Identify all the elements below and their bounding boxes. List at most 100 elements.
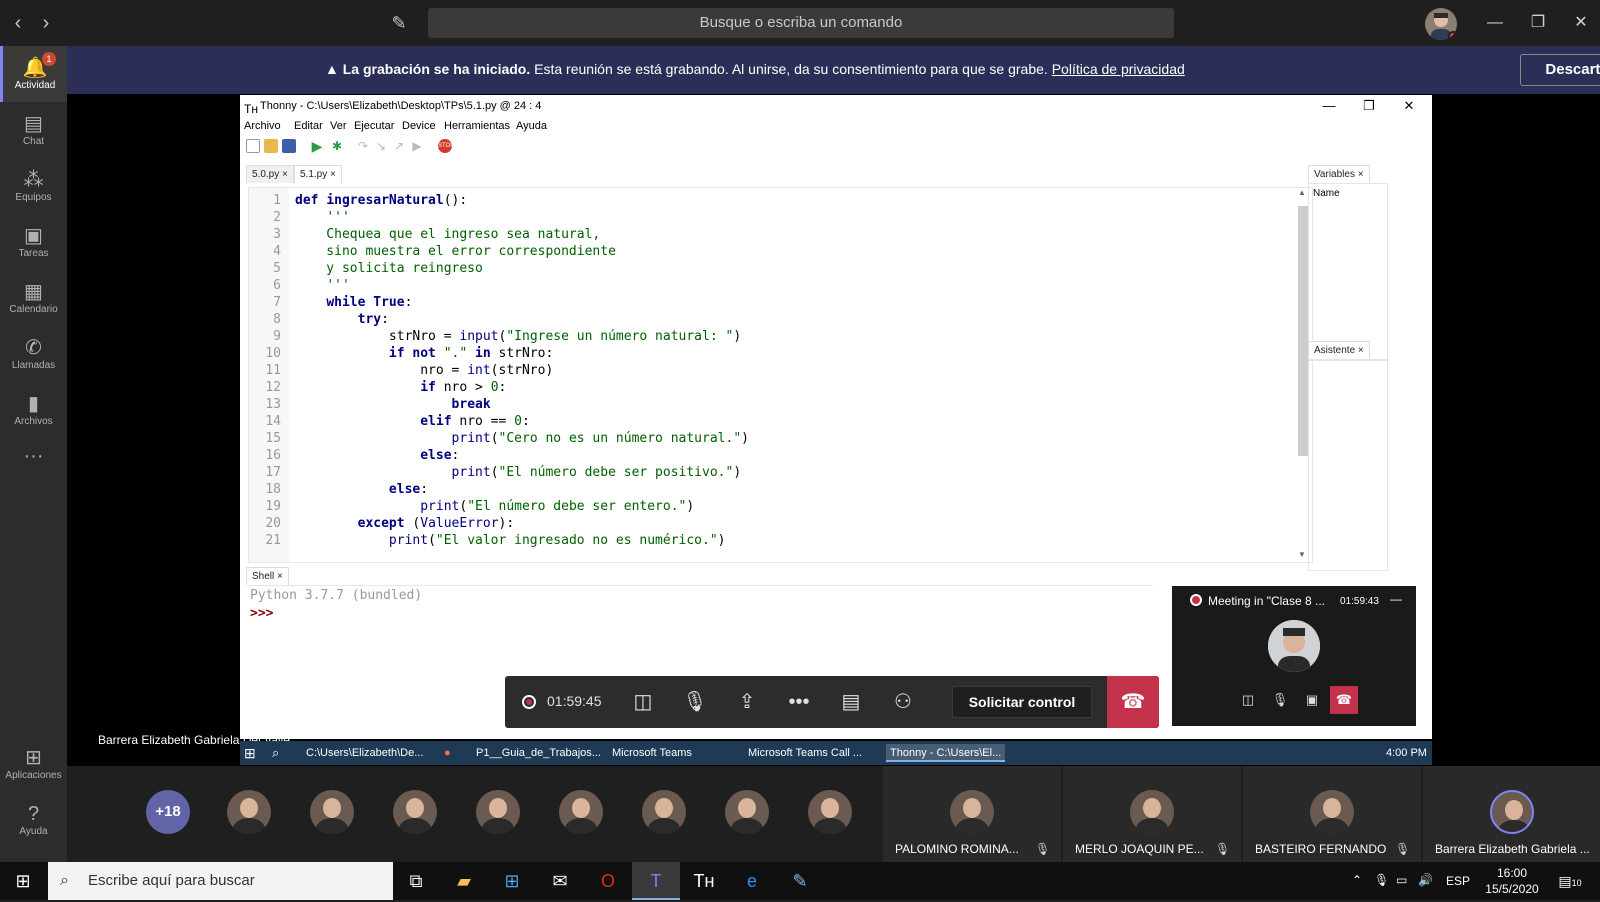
maximize-icon[interactable]: ❐: [1350, 95, 1388, 117]
tab-variables[interactable]: Variables ×: [1308, 165, 1370, 183]
camera-off-icon[interactable]: ◫: [617, 676, 669, 728]
more-apps-button[interactable]: ···: [0, 442, 67, 472]
mini-camera-off-icon[interactable]: ◫: [1234, 686, 1262, 714]
resume-icon[interactable]: ▶: [410, 139, 424, 153]
run-icon[interactable]: ▶: [310, 139, 324, 153]
stop-icon[interactable]: STOP: [438, 139, 454, 153]
more-actions-icon[interactable]: •••: [773, 676, 825, 728]
code-line[interactable]: else:: [295, 481, 428, 498]
participant-avatar[interactable]: [310, 790, 354, 834]
mini-hang-up-icon[interactable]: ☎: [1330, 686, 1358, 714]
store-icon[interactable]: ⊞: [488, 862, 536, 900]
close-icon[interactable]: ✕: [1390, 95, 1428, 117]
restore-icon[interactable]: ❐: [1523, 10, 1553, 36]
participant-avatar[interactable]: [227, 790, 271, 834]
sidebar-item-apps[interactable]: ⊞ Aplicaciones: [0, 736, 67, 792]
step-into-icon[interactable]: ↘: [374, 139, 388, 153]
sidebar-item-activity[interactable]: 🔔 1 Actividad: [0, 46, 67, 102]
scroll-down-icon[interactable]: ▼: [1298, 550, 1306, 559]
more-participants-badge[interactable]: +18: [146, 790, 190, 834]
sidebar-item-calendar[interactable]: ▦ Calendario: [0, 270, 67, 326]
code-line[interactable]: if not "." in strNro:: [295, 345, 553, 362]
new-file-icon[interactable]: [246, 139, 260, 153]
save-icon[interactable]: [282, 139, 296, 153]
participant-card[interactable]: MERLO JOAQUIN PE... 🎙: [1063, 766, 1241, 862]
mic-tray-icon[interactable]: 🎙: [1374, 873, 1389, 887]
paint-icon[interactable]: ✎: [776, 862, 824, 900]
code-line[interactable]: print("El valor ingresado no es numérico…: [295, 532, 726, 549]
show-hidden-icons[interactable]: ⌃: [1352, 873, 1362, 887]
share-screen-icon[interactable]: ⇪: [721, 676, 773, 728]
menu-device[interactable]: Device: [402, 120, 436, 132]
code-line[interactable]: def ingresarNatural():: [295, 192, 467, 209]
debug-icon[interactable]: ✱: [330, 139, 344, 153]
scrollbar-thumb[interactable]: [1298, 206, 1308, 456]
step-out-icon[interactable]: ↗: [392, 139, 406, 153]
code-line[interactable]: try:: [295, 311, 389, 328]
code-line[interactable]: Chequea que el ingreso sea natural,: [295, 226, 600, 243]
open-file-icon[interactable]: [264, 139, 278, 153]
code-line[interactable]: y solicita reingreso: [295, 260, 483, 277]
request-control-button[interactable]: Solicitar control: [952, 686, 1092, 718]
task-view-icon[interactable]: ⧉: [392, 862, 440, 900]
language-indicator[interactable]: ESP: [1446, 874, 1470, 888]
sidebar-item-teams[interactable]: ⁂ Equipos: [0, 158, 67, 214]
file-explorer-icon[interactable]: ▰: [440, 862, 488, 900]
command-search-input[interactable]: Busque o escriba un comando: [428, 8, 1174, 38]
tab-5-0-py[interactable]: 5.0.py ×: [246, 165, 294, 183]
code-line[interactable]: print("Cero no es un número natural."): [295, 430, 749, 447]
participant-avatar[interactable]: [476, 790, 520, 834]
opera-icon[interactable]: O: [584, 862, 632, 900]
menu-ver[interactable]: Ver: [330, 120, 347, 132]
sidebar-item-help[interactable]: ? Ayuda: [0, 792, 67, 848]
code-editor[interactable]: 1 2 3 4 5 6 7 8 9 10 11 12 13 14 15 16 17 18 19 20 21 def in…: [248, 187, 1313, 563]
code-text[interactable]: def ingresarNatural(): ''' Chequea que e…: [295, 188, 1295, 562]
code-line[interactable]: ''': [295, 277, 349, 294]
sidebar-item-calls[interactable]: ✆ Llamadas: [0, 326, 67, 382]
sidebar-item-chat[interactable]: ▤ Chat: [0, 102, 67, 158]
conversation-icon[interactable]: ▤: [825, 676, 877, 728]
step-over-icon[interactable]: ↷: [356, 139, 370, 153]
code-line[interactable]: except (ValueError):: [295, 515, 515, 532]
code-line[interactable]: nro = int(strNro): [295, 362, 553, 379]
code-line[interactable]: ''': [295, 209, 349, 226]
taskbar-search-input[interactable]: ⌕ Escribe aquí para buscar: [48, 862, 393, 900]
menu-ejecutar[interactable]: Ejecutar: [354, 120, 394, 132]
sidebar-item-files[interactable]: ▮ Archivos: [0, 382, 67, 438]
code-line[interactable]: print("El número debe ser entero."): [295, 498, 694, 515]
meeting-mini-window[interactable]: Meeting in "Clase 8 ... 01:59:43 — ◫ 🎙 ▣…: [1172, 586, 1416, 726]
participants-icon[interactable]: ⚇: [877, 676, 929, 728]
menu-ayuda[interactable]: Ayuda: [516, 120, 547, 132]
tab-5-1-py[interactable]: 5.1.py ×: [294, 165, 342, 183]
mini-share-icon[interactable]: ▣: [1298, 686, 1326, 714]
user-avatar[interactable]: [1425, 8, 1457, 40]
code-line[interactable]: else:: [295, 447, 459, 464]
participant-avatar[interactable]: [808, 790, 852, 834]
tab-shell[interactable]: Shell ×: [246, 567, 289, 585]
participant-avatar[interactable]: [725, 790, 769, 834]
taskbar-clock[interactable]: 16:00 15/5/2020: [1482, 865, 1542, 897]
close-icon[interactable]: ✕: [1566, 10, 1596, 36]
participant-card[interactable]: BASTEIRO FERNANDO 🎙: [1243, 766, 1421, 862]
volume-icon[interactable]: 🔊: [1418, 873, 1433, 887]
code-line[interactable]: if nro > 0:: [295, 379, 506, 396]
scroll-up-icon[interactable]: ▲: [1298, 188, 1306, 197]
hang-up-icon[interactable]: ☎: [1107, 676, 1159, 728]
code-line[interactable]: elif nro == 0:: [295, 413, 530, 430]
code-line[interactable]: sino muestra el error correspondiente: [295, 243, 616, 260]
tab-assistant[interactable]: Asistente ×: [1308, 341, 1370, 359]
minimize-icon[interactable]: —: [1310, 95, 1348, 117]
participant-avatar[interactable]: [393, 790, 437, 834]
code-line[interactable]: print("El número debe ser positivo."): [295, 464, 742, 481]
participant-avatar[interactable]: [559, 790, 603, 834]
windows-start-icon[interactable]: ⊞: [8, 868, 38, 894]
mail-icon[interactable]: ✉: [536, 862, 584, 900]
mini-more-icon[interactable]: —: [1390, 592, 1402, 606]
dismiss-button[interactable]: Descartar: [1520, 54, 1600, 86]
mic-muted-icon[interactable]: 🎙: [669, 676, 721, 728]
thonny-taskbar-icon[interactable]: Tʜ: [680, 862, 728, 900]
menu-archivo[interactable]: Archivo: [244, 120, 281, 132]
code-line[interactable]: while True:: [295, 294, 412, 311]
forward-arrow-icon[interactable]: ›: [36, 12, 56, 34]
code-line[interactable]: break: [295, 396, 491, 413]
